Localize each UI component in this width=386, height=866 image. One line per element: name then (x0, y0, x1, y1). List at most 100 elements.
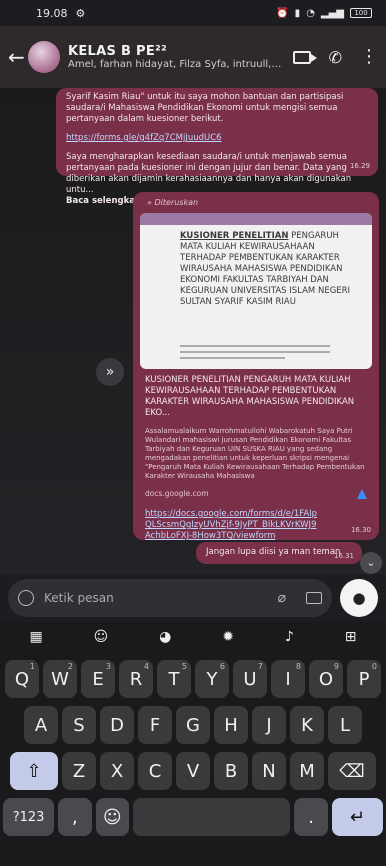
link-preview-image[interactable]: KUSIONER PENELITIAN PENGARUH MATA KULIAH… (140, 213, 372, 369)
translate-icon[interactable]: ⊞ (345, 629, 357, 645)
key-label: M (299, 760, 315, 782)
enter-key[interactable]: ↵ (331, 798, 383, 836)
key-n[interactable]: N (252, 752, 286, 790)
key-label: F (149, 714, 161, 736)
key-label: L (339, 714, 351, 736)
forwarded-label: » Diteruskan (147, 198, 199, 207)
keyboard-toolbar: ▦ ☺ ◕ ✹ ♪ ⊞ (0, 622, 386, 652)
phone-call-icon[interactable]: ✆ (329, 48, 342, 67)
emoji-key[interactable]: ☺ (95, 798, 130, 836)
back-arrow-icon[interactable]: ← (8, 45, 25, 69)
chat-title-area[interactable]: KELAS B PE²² Amel, farhan hidayat, Filza… (68, 44, 283, 70)
key-l[interactable]: L (328, 706, 362, 744)
settings-icon[interactable]: ✹ (222, 629, 234, 645)
form-link[interactable]: https://forms.gle/g4fZq7CMjJuudUC6 (66, 133, 368, 144)
mic-icon[interactable]: ● (340, 579, 378, 617)
forms-link[interactable]: https://docs.google.com/forms/d/e/1FAIpQ… (137, 499, 327, 542)
vibrate-icon: ▮ (294, 7, 301, 19)
key-m[interactable]: M (290, 752, 324, 790)
signal-icon: ▂▄▆ (320, 7, 344, 19)
message-input[interactable]: Ketik pesan ⌀ (8, 579, 332, 617)
key-p[interactable]: P0 (347, 660, 381, 698)
key-d[interactable]: D (100, 706, 134, 744)
key-a[interactable]: A (24, 706, 58, 744)
key-hint: 2 (67, 662, 73, 671)
message-list[interactable]: Syarif Kasim Riau" untuk itu saya mohon … (0, 88, 386, 574)
key-label: K (301, 714, 313, 736)
key-g[interactable]: G (176, 706, 210, 744)
settings-gear-icon: ⚙ (75, 6, 86, 20)
google-drive-icon (357, 489, 367, 499)
key-y[interactable]: Y6 (195, 660, 229, 698)
key-q[interactable]: Q1 (5, 660, 39, 698)
key-s[interactable]: S (62, 706, 96, 744)
keyboard: ▦ ☺ ◕ ✹ ♪ ⊞ Q1W2E3R4T5Y6U7I8O9P0 ASD F G H J… (0, 622, 386, 866)
key-x[interactable]: X (100, 752, 134, 790)
link-preview-description: Assalamualaikum Warrohmatullohi Wabaroka… (145, 427, 365, 480)
key-i[interactable]: I8 (271, 660, 305, 698)
message-time: 16.30 (350, 526, 371, 534)
backspace-key[interactable]: ⌫ (328, 752, 376, 790)
emoji-icon[interactable] (18, 590, 34, 606)
message-text: Jangan lupa diisi ya man teman (206, 547, 341, 557)
period-key[interactable]: . (294, 798, 328, 836)
key-b[interactable]: B (214, 752, 248, 790)
video-call-icon[interactable] (292, 50, 317, 64)
key-r[interactable]: R4 (119, 660, 153, 698)
scroll-down-icon[interactable]: ⌄ (360, 552, 382, 574)
space-key[interactable] (133, 798, 291, 836)
key-k[interactable]: K (290, 706, 324, 744)
key-t[interactable]: T5 (157, 660, 191, 698)
key-row-2: ASD F G H J K L (0, 706, 386, 744)
key-hint: 5 (181, 662, 187, 671)
message-time: 16.31 (333, 552, 354, 560)
battery-icon: 100 (350, 8, 372, 18)
key-c[interactable]: C (138, 752, 172, 790)
key-label: C (148, 760, 162, 782)
group-avatar[interactable] (28, 41, 60, 73)
key-e[interactable]: E3 (81, 660, 115, 698)
status-bar: 19.08 ⚙ ⏰ ▮ ◔ ▂▄▆ 100 (0, 0, 386, 26)
more-options-icon[interactable]: ⋮ (360, 48, 378, 66)
key-row-3: ⇧ Z X C V B N M ⌫ (0, 752, 386, 790)
key-hint: 8 (295, 662, 301, 671)
message-text: Saya mengharapkan kesediaan saudara/i un… (66, 152, 352, 195)
message-bubble[interactable]: Jangan lupa diisi ya man teman 16.31 (196, 542, 362, 564)
message-placeholder: Ketik pesan (44, 591, 114, 605)
key-label: V (186, 760, 200, 782)
symbols-key[interactable]: ?123 (3, 798, 55, 836)
key-row-4: ?123 , ☺ . ↵ (0, 798, 386, 836)
key-o[interactable]: O9 (309, 660, 343, 698)
message-bubble[interactable]: Syarif Kasim Riau" untuk itu saya mohon … (56, 88, 378, 206)
key-u[interactable]: U7 (233, 660, 267, 698)
key-label: R (129, 668, 143, 690)
link-preview-domain: docs.google.com (145, 489, 209, 498)
message-time: 16.29 (349, 162, 370, 170)
key-h[interactable]: H (214, 706, 248, 744)
group-members: Amel, farhan hidayat, Filza Syfa, intruu… (68, 59, 283, 70)
alarm-icon: ⏰ (276, 7, 289, 19)
key-v[interactable]: V (176, 752, 210, 790)
key-hint: 1 (29, 662, 35, 671)
shift-key[interactable]: ⇧ (10, 752, 58, 790)
composer: Ketik pesan ⌀ ● (0, 574, 386, 622)
key-z[interactable]: Z (62, 752, 96, 790)
apps-grid-icon[interactable]: ▦ (29, 629, 42, 645)
voice-input-icon[interactable]: ♪ (285, 629, 294, 645)
comma-key[interactable]: , (58, 798, 92, 836)
message-text: Syarif Kasim Riau" untuk itu saya mohon … (66, 92, 344, 124)
key-w[interactable]: W2 (43, 660, 77, 698)
key-label: J (266, 714, 272, 736)
key-label: H (224, 714, 238, 736)
palette-icon[interactable]: ◕ (159, 629, 171, 645)
key-label: U (243, 668, 257, 690)
camera-icon[interactable] (306, 592, 322, 604)
forward-share-icon[interactable]: » (96, 358, 124, 386)
attach-icon[interactable]: ⌀ (278, 590, 286, 606)
forwarded-message-bubble[interactable]: » Diteruskan KUSIONER PENELITIAN PENGARU… (133, 192, 379, 542)
key-j[interactable]: J (252, 706, 286, 744)
key-f[interactable]: F (138, 706, 172, 744)
key-label: D (110, 714, 124, 736)
sticker-icon[interactable]: ☺ (94, 629, 109, 645)
key-label: G (186, 714, 200, 736)
